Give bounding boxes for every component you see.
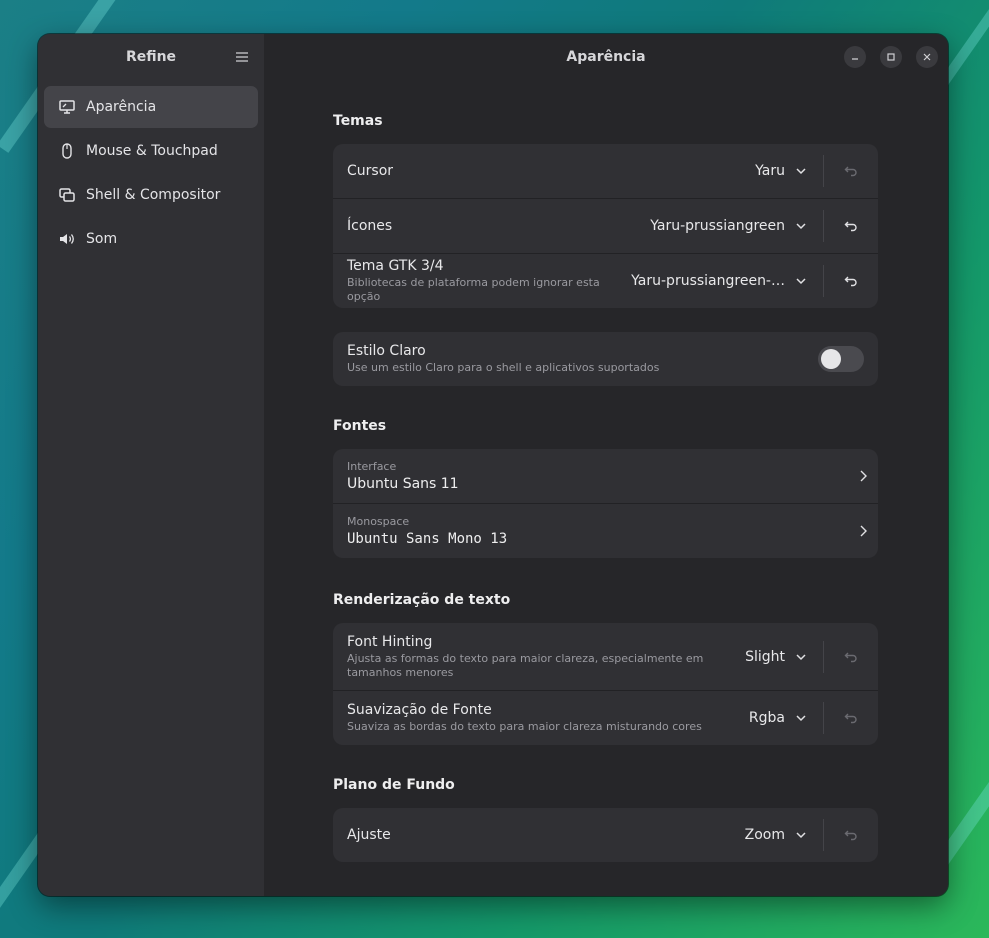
rendering-card: Font Hinting Ajusta as formas do texto p…	[333, 623, 878, 745]
switch-knob	[821, 349, 841, 369]
minimize-button[interactable]	[844, 46, 866, 68]
sidebar-item-label: Shell & Compositor	[86, 187, 221, 203]
dropdown-value: Zoom	[744, 827, 785, 843]
themes-card: Cursor Yaru Ícones Yaru-prussiangreen Te…	[333, 144, 878, 308]
sidebar-item-mouse[interactable]: Mouse & Touchpad	[44, 130, 258, 172]
window-controls	[844, 46, 938, 68]
font-smoothing-row[interactable]: Suavização de Fonte Suaviza as bordas do…	[333, 691, 878, 745]
app-window: Refine Aparência Mouse & Touchpad Shell …	[38, 34, 948, 896]
close-icon	[923, 53, 931, 61]
row-title: Ajuste	[347, 827, 391, 843]
row-title: Cursor	[347, 163, 394, 179]
section-title-fonts: Fontes	[333, 418, 387, 434]
chevron-down-icon	[796, 715, 806, 722]
maximize-button[interactable]	[880, 46, 902, 68]
section-title-background: Plano de Fundo	[333, 777, 455, 793]
row-label: Interface	[347, 460, 397, 473]
sidebar-item-label: Mouse & Touchpad	[86, 143, 218, 159]
reset-hinting-button[interactable]	[824, 623, 878, 690]
chevron-down-icon	[796, 653, 806, 660]
reset-icons-button[interactable]	[824, 199, 878, 253]
reset-cursor-button[interactable]	[824, 144, 878, 198]
smoothing-dropdown[interactable]: Rgba	[749, 710, 807, 726]
dropdown-value: Slight	[745, 648, 785, 665]
chevron-down-icon	[796, 278, 806, 285]
fonts-card: Interface Ubuntu Sans 11 Monospace Ubunt…	[333, 449, 878, 558]
main-menu-button[interactable]	[232, 47, 252, 67]
background-fit-row[interactable]: Ajuste Zoom	[333, 808, 878, 862]
row-title: Font Hinting	[347, 633, 433, 650]
settings-content: Temas Cursor Yaru Ícones Yaru-prussiangr…	[333, 80, 878, 862]
dropdown-value: Yaru-prussiangreen	[650, 218, 785, 234]
windows-icon	[58, 186, 76, 204]
sidebar-item-appearance[interactable]: Aparência	[44, 86, 258, 128]
mouse-icon	[58, 142, 76, 160]
row-label: Monospace	[347, 515, 410, 528]
undo-icon	[844, 166, 857, 177]
sidebar-list: Aparência Mouse & Touchpad Shell & Compo…	[38, 80, 264, 268]
fit-dropdown[interactable]: Zoom	[745, 827, 807, 843]
icons-dropdown[interactable]: Yaru-prussiangreen	[650, 218, 807, 234]
row-title: Estilo Claro	[347, 343, 426, 359]
light-style-switch[interactable]	[818, 346, 864, 372]
minimize-icon	[852, 58, 858, 60]
chevron-down-icon	[796, 168, 806, 175]
chevron-right-icon	[860, 525, 867, 537]
row-subtitle: Use um estilo Claro para o shell e aplic…	[347, 361, 660, 374]
interface-font-row[interactable]: Interface Ubuntu Sans 11	[333, 449, 878, 504]
row-value: Ubuntu Sans Mono 13	[347, 531, 508, 547]
dropdown-value: Rgba	[748, 710, 785, 726]
reset-smoothing-button[interactable]	[824, 691, 878, 745]
row-subtitle: Ajusta as formas do texto para maior cla…	[347, 651, 704, 679]
row-value: Ubuntu Sans 11	[347, 476, 459, 492]
monospace-font-row[interactable]: Monospace Ubuntu Sans Mono 13	[333, 504, 878, 558]
app-title: Refine	[125, 49, 177, 65]
chevron-down-icon	[796, 223, 806, 230]
speaker-icon	[58, 230, 76, 248]
sidebar-header: Refine	[38, 34, 264, 80]
page-title: Aparência	[566, 49, 646, 65]
maximize-icon	[887, 53, 895, 61]
row-title: Ícones	[347, 218, 393, 234]
main-pane: Aparência Temas Cursor Yaru Ícones Yaru-…	[264, 34, 948, 896]
close-button[interactable]	[916, 46, 938, 68]
dropdown-value: Yaru	[755, 163, 785, 179]
font-hinting-row[interactable]: Font Hinting Ajusta as formas do texto p…	[333, 623, 878, 691]
chevron-right-icon	[860, 470, 867, 482]
row-title: Suavização de Fonte	[347, 702, 492, 718]
row-subtitle: Bibliotecas de plataforma podem ignorar …	[347, 276, 600, 303]
dropdown-value: Yaru-prussiangreen-…	[631, 273, 785, 289]
reset-fit-button[interactable]	[824, 808, 878, 862]
sidebar-item-sound[interactable]: Som	[44, 218, 258, 260]
undo-icon	[844, 652, 857, 662]
background-card: Ajuste Zoom	[333, 808, 878, 862]
sidebar: Refine Aparência Mouse & Touchpad Shell …	[38, 34, 264, 896]
display-icon	[58, 98, 76, 116]
reset-gtk-button[interactable]	[824, 254, 878, 308]
undo-icon	[844, 830, 857, 841]
hinting-dropdown[interactable]: Slight	[745, 649, 807, 665]
hamburger-icon	[236, 52, 248, 62]
icons-row[interactable]: Ícones Yaru-prussiangreen	[333, 199, 878, 254]
light-style-row[interactable]: Estilo Claro Use um estilo Claro para o …	[333, 332, 878, 386]
undo-icon	[844, 276, 857, 287]
row-subtitle: Suaviza as bordas do texto para maior cl…	[347, 720, 702, 733]
sidebar-item-label: Aparência	[86, 99, 157, 115]
cursor-dropdown[interactable]: Yaru	[755, 163, 807, 179]
cursor-row[interactable]: Cursor Yaru	[333, 144, 878, 199]
section-title-rendering: Renderização de texto	[333, 592, 511, 608]
chevron-down-icon	[796, 832, 806, 839]
section-title-themes: Temas	[333, 113, 383, 129]
header-bar: Aparência	[264, 34, 948, 80]
gtk-theme-row[interactable]: Tema GTK 3/4 Bibliotecas de plataforma p…	[333, 254, 878, 308]
sidebar-item-label: Som	[86, 231, 118, 247]
row-title: Tema GTK 3/4	[347, 258, 444, 274]
undo-icon	[844, 221, 857, 232]
undo-icon	[844, 713, 857, 724]
sidebar-item-shell[interactable]: Shell & Compositor	[44, 174, 258, 216]
light-style-card: Estilo Claro Use um estilo Claro para o …	[333, 332, 878, 386]
gtk-theme-dropdown[interactable]: Yaru-prussiangreen-…	[631, 273, 807, 289]
